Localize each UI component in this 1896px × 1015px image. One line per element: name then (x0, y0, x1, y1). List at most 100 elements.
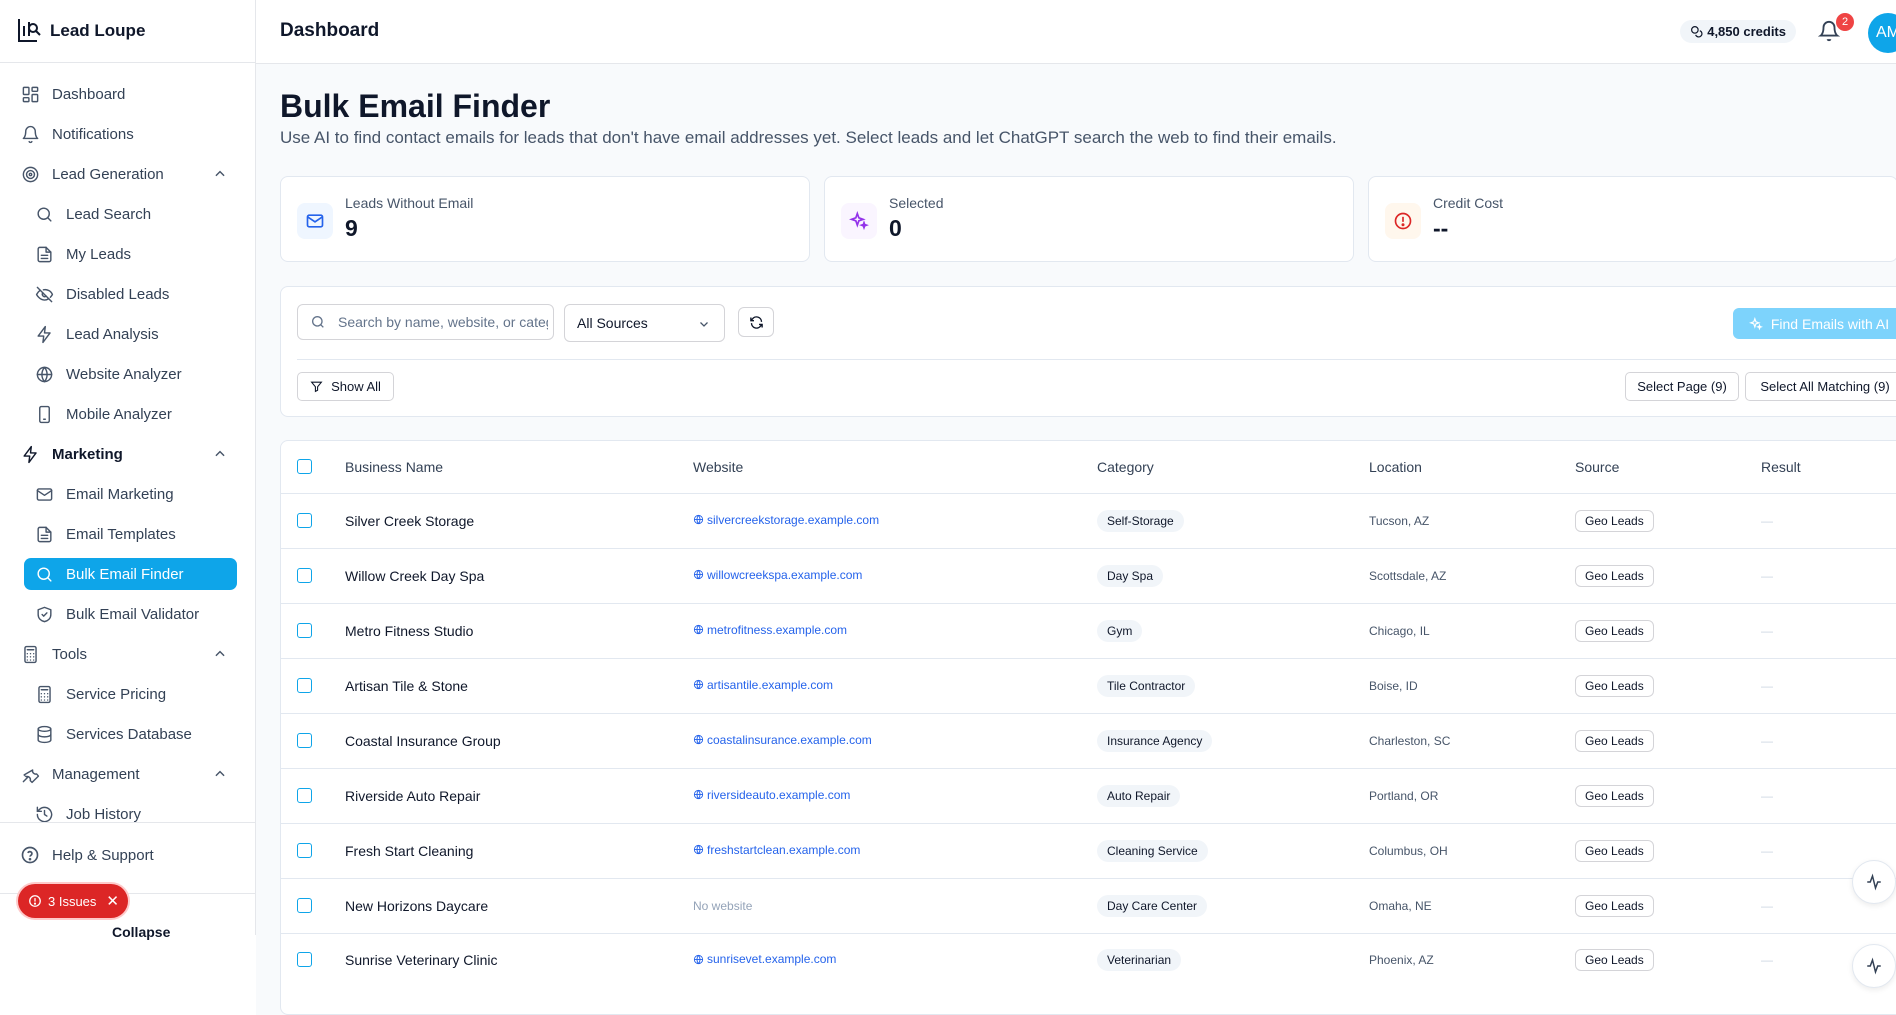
sidebar-item-lead-analysis[interactable]: Lead Analysis (32, 318, 239, 350)
sidebar-item-label: Marketing (52, 445, 123, 463)
sidebar-item-tools[interactable]: Tools (16, 638, 239, 670)
chevron-up-icon[interactable] (213, 647, 227, 661)
row-checkbox[interactable] (297, 898, 312, 913)
sidebar-item-email-templates[interactable]: Email Templates (32, 518, 239, 550)
sidebar-item-service-pricing[interactable]: Service Pricing (32, 678, 239, 710)
brand[interactable]: Lead Loupe (0, 0, 255, 63)
sidebar-item-disabled-leads[interactable]: Disabled Leads (32, 278, 239, 310)
sidebar-item-website-analyzer[interactable]: Website Analyzer (32, 358, 239, 390)
business-name-cell: Coastal Insurance Group (345, 713, 693, 769)
chevron-up-icon[interactable] (213, 447, 227, 461)
column-header[interactable]: Website (693, 441, 1097, 494)
sidebar-item-label: Notifications (52, 125, 134, 143)
calculator-icon (20, 644, 40, 664)
website-link[interactable]: silvercreekstorage.example.com (693, 513, 879, 527)
sidebar-footer: Help & Support Collapse (0, 822, 255, 940)
row-checkbox[interactable] (297, 623, 312, 638)
table-row[interactable]: Sunrise Veterinary Clinic sunrisevet.exam… (281, 933, 1896, 986)
sidebar-item-lead-search[interactable]: Lead Search (32, 198, 239, 230)
globe-icon (693, 569, 707, 580)
website-link[interactable]: sunrisevet.example.com (693, 952, 836, 966)
no-website-label: No website (693, 898, 753, 913)
grid-icon (20, 84, 40, 104)
search-icon (312, 316, 324, 328)
stat-value: 0 (889, 215, 902, 241)
website-link[interactable]: metrofitness.example.com (693, 623, 847, 637)
chevron-up-icon[interactable] (213, 167, 227, 181)
credits-badge[interactable]: 4,850 credits (1680, 20, 1796, 43)
issues-badge[interactable]: 3 Issues ✕ (18, 884, 128, 918)
activity-fab[interactable] (1852, 944, 1896, 988)
sidebar-item-bulk-email-finder[interactable]: Bulk Email Finder (24, 558, 237, 590)
find-emails-button[interactable]: Find Emails with AI (1733, 308, 1896, 339)
issues-label: 3 Issues (48, 893, 97, 909)
refresh-button[interactable] (738, 307, 774, 337)
table-row[interactable]: New Horizons Daycare No website Day Care C… (281, 878, 1896, 934)
close-icon[interactable]: ✕ (106, 892, 119, 910)
avatar[interactable]: AM (1868, 13, 1896, 53)
column-header[interactable]: Location (1369, 441, 1575, 494)
row-checkbox[interactable] (297, 733, 312, 748)
table-row[interactable]: Willow Creek Day Spa willowcreekspa.examp… (281, 548, 1896, 604)
table-header-row: Business Name Website Category Location … (281, 441, 1896, 494)
table-row[interactable]: Fresh Start Cleaning freshstartclean.exam… (281, 823, 1896, 879)
source-select[interactable]: All Sources (564, 304, 725, 342)
collapse-button[interactable]: Collapse (112, 924, 170, 940)
sidebar-item-dashboard[interactable]: Dashboard (16, 78, 239, 110)
wrench-icon (20, 764, 40, 784)
globe-icon (693, 734, 707, 745)
website-link[interactable]: riversideauto.example.com (693, 788, 850, 802)
search-input[interactable] (338, 314, 548, 330)
stat-icon-box (297, 203, 333, 239)
show-all-button[interactable]: Show All (297, 372, 394, 401)
row-checkbox[interactable] (297, 513, 312, 528)
column-header[interactable]: Source (1575, 441, 1761, 494)
table-row[interactable]: Silver Creek Storage silvercreekstorage.e… (281, 493, 1896, 549)
website-link[interactable]: artisantile.example.com (693, 678, 833, 692)
table-row[interactable]: Coastal Insurance Group coastalinsurance.… (281, 713, 1896, 769)
row-checkbox[interactable] (297, 952, 312, 968)
select-page-button[interactable]: Select Page (9) (1625, 372, 1739, 401)
website-link[interactable]: willowcreekspa.example.com (693, 568, 862, 582)
table-row[interactable]: Riverside Auto Repair riversideauto.examp… (281, 768, 1896, 824)
sidebar-item-notifications[interactable]: Notifications (16, 118, 239, 150)
business-name: Riverside Auto Repair (345, 787, 481, 804)
sidebar-item-my-leads[interactable]: My Leads (32, 238, 239, 270)
activity-fab[interactable] (1852, 860, 1896, 904)
sidebar-item-mobile-analyzer[interactable]: Mobile Analyzer (32, 398, 239, 430)
select-all-checkbox[interactable] (297, 459, 312, 475)
sidebar-item-bulk-email-validator[interactable]: Bulk Email Validator (32, 598, 239, 630)
column-header[interactable]: Category (1097, 441, 1369, 494)
help-support-link[interactable]: Help & Support (0, 835, 255, 875)
website-cell: No website (693, 878, 1097, 934)
column-header[interactable]: Business Name (345, 441, 693, 494)
sidebar-item-marketing[interactable]: Marketing (16, 438, 239, 470)
table-row[interactable]: Metro Fitness Studio metrofitness.example… (281, 603, 1896, 659)
business-name-cell: Artisan Tile & Stone (345, 658, 693, 714)
row-checkbox[interactable] (297, 678, 312, 693)
sidebar-item-email-marketing[interactable]: Email Marketing (32, 478, 239, 510)
website-url: coastalinsurance.example.com (707, 732, 872, 747)
result-value: — (1761, 568, 1773, 583)
table-row[interactable]: Artisan Tile & Stone artisantile.example.… (281, 658, 1896, 714)
website-link[interactable]: coastalinsurance.example.com (693, 733, 872, 747)
sidebar-item-label: Services Database (66, 725, 192, 743)
chevron-up-icon[interactable] (213, 767, 227, 781)
source-cell: Geo Leads (1575, 768, 1761, 824)
row-checkbox[interactable] (297, 568, 312, 583)
column-header[interactable]: Result (1761, 441, 1896, 494)
phone-icon (34, 404, 54, 424)
location: Phoenix, AZ (1369, 952, 1434, 967)
category-cell: Day Care Center (1097, 878, 1369, 934)
sidebar-item-job-history[interactable]: Job History (32, 798, 239, 824)
row-checkbox[interactable] (297, 843, 312, 858)
sidebar-item-label: Email Marketing (66, 485, 174, 503)
sidebar-item-lead-generation[interactable]: Lead Generation (16, 158, 239, 190)
select-all-matching-button[interactable]: Select All Matching (9) (1745, 372, 1896, 401)
website-link[interactable]: freshstartclean.example.com (693, 843, 860, 857)
website-cell: freshstartclean.example.com (693, 823, 1097, 879)
sidebar-item-services-database[interactable]: Services Database (32, 718, 239, 750)
row-checkbox[interactable] (297, 788, 312, 803)
sidebar-item-management[interactable]: Management (16, 758, 239, 790)
category-cell: Self-Storage (1097, 493, 1369, 549)
